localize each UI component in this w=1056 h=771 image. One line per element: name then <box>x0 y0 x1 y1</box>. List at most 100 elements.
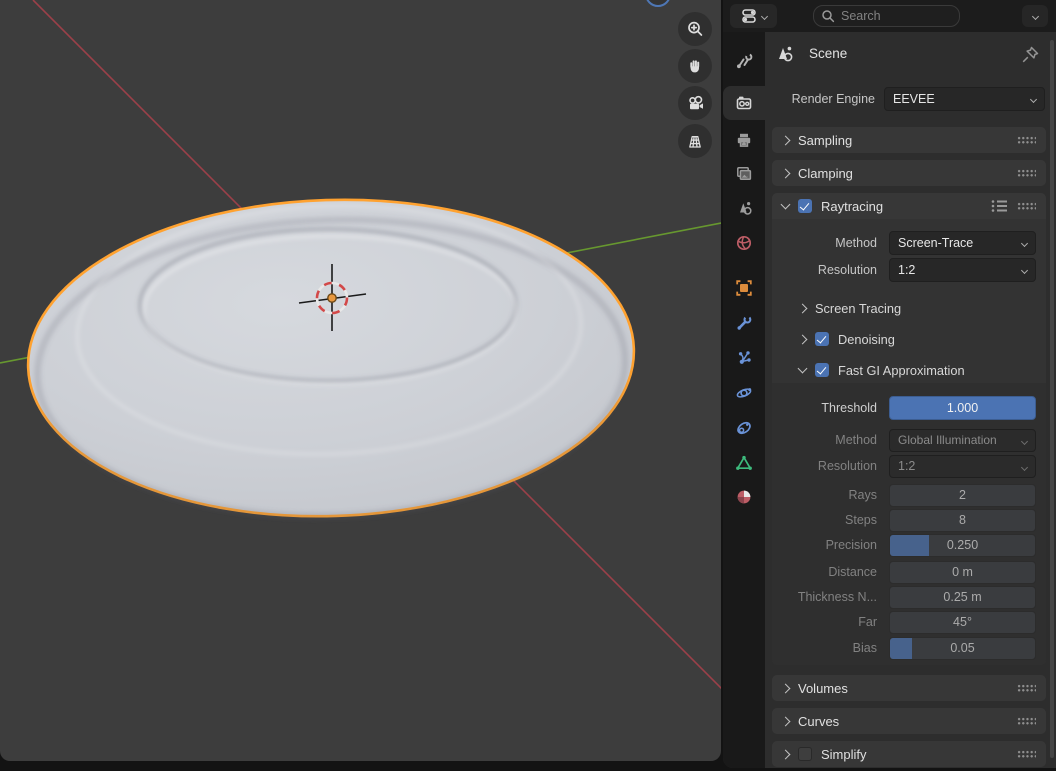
thickness-row: Thickness N... 0.25 m <box>772 585 1046 609</box>
pin-icon[interactable] <box>1018 43 1042 67</box>
tab-output[interactable] <box>723 123 765 157</box>
zoom-in-icon <box>685 19 705 39</box>
gi-resolution-select[interactable]: 1:2 <box>889 455 1036 478</box>
viewport-3d[interactable] <box>0 0 721 761</box>
drag-grip-icon[interactable] <box>1017 750 1036 758</box>
threshold-slider[interactable]: 1.000 <box>889 396 1036 420</box>
tab-constraints[interactable] <box>723 411 765 445</box>
zoom-button[interactable] <box>678 12 712 46</box>
rays-slider[interactable]: 2 <box>889 484 1036 507</box>
breadcrumb-label: Scene <box>809 46 847 61</box>
chevron-down-icon <box>781 200 791 210</box>
plate-object <box>23 191 639 526</box>
far-slider[interactable]: 45° <box>889 611 1036 634</box>
panel-sampling[interactable]: Sampling <box>772 127 1046 153</box>
physics-icon <box>734 383 754 403</box>
panel-title: Volumes <box>798 681 848 696</box>
panel-volumes[interactable]: Volumes <box>772 675 1046 701</box>
camera-icon <box>685 93 706 114</box>
gi-method-select[interactable]: Global Illumination <box>889 429 1036 452</box>
panel-simplify[interactable]: Simplify <box>772 741 1046 767</box>
panel-clamping[interactable]: Clamping <box>772 160 1046 186</box>
chevron-right-icon <box>781 683 791 693</box>
chevron-right-icon <box>781 168 791 178</box>
gi-resolution-row: Resolution 1:2 <box>772 454 1046 478</box>
resolution-select[interactable]: 1:2 <box>889 258 1036 282</box>
chevron-down-icon <box>760 12 767 19</box>
chevron-down-icon <box>1021 267 1028 274</box>
simplify-checkbox[interactable] <box>798 747 812 761</box>
rays-label: Rays <box>772 488 877 502</box>
chevron-down-icon <box>1030 96 1037 103</box>
tab-world[interactable] <box>723 226 765 260</box>
bias-slider[interactable]: 0.05 <box>889 637 1036 660</box>
threshold-label: Threshold <box>772 401 877 415</box>
distance-slider[interactable]: 0 m <box>889 561 1036 584</box>
subpanel-screen-tracing[interactable]: Screen Tracing <box>799 297 901 319</box>
pan-button[interactable] <box>678 49 712 83</box>
render-engine-label: Render Engine <box>765 92 875 106</box>
subpanel-title: Fast GI Approximation <box>838 363 965 378</box>
resolution-value: 1:2 <box>898 263 915 277</box>
rays-row: Rays 2 <box>772 483 1046 507</box>
drag-grip-icon[interactable] <box>1017 717 1036 725</box>
tab-tool[interactable] <box>723 43 765 77</box>
thickness-label: Thickness N... <box>772 590 877 604</box>
render-engine-select[interactable]: EEVEE <box>884 87 1045 111</box>
distance-row: Distance 0 m <box>772 560 1046 584</box>
steps-slider[interactable]: 8 <box>889 509 1036 532</box>
search-box[interactable] <box>813 5 960 27</box>
render-icon <box>734 93 754 113</box>
fast-gi-checkbox[interactable] <box>815 363 829 377</box>
panel-curves[interactable]: Curves <box>772 708 1046 734</box>
editor-type-button[interactable] <box>730 4 777 28</box>
search-icon <box>821 9 835 23</box>
raytracing-checkbox[interactable] <box>798 199 812 213</box>
drag-grip-icon[interactable] <box>1017 202 1036 210</box>
tab-material[interactable] <box>723 480 765 514</box>
drag-grip-icon[interactable] <box>1017 169 1036 177</box>
world-icon <box>734 233 754 253</box>
panel-raytracing[interactable]: Raytracing <box>772 193 1046 219</box>
tab-scene[interactable] <box>723 191 765 225</box>
subpanel-title: Screen Tracing <box>815 301 901 316</box>
gi-method-label: Method <box>772 433 877 447</box>
scrollbar[interactable] <box>1050 40 1054 758</box>
material-icon <box>734 487 754 507</box>
drag-grip-icon[interactable] <box>1017 684 1036 692</box>
thickness-value: 0.25 m <box>943 590 981 604</box>
tab-modifiers[interactable] <box>723 306 765 340</box>
resolution-label: Resolution <box>772 263 877 277</box>
tab-object[interactable] <box>723 271 765 305</box>
precision-slider[interactable]: 0.250 <box>889 534 1036 557</box>
tab-view-layer[interactable] <box>723 157 765 191</box>
wrench-icon <box>734 313 754 333</box>
subpanel-fast-gi[interactable]: Fast GI Approximation <box>799 359 965 381</box>
properties-editor-icon <box>741 8 759 24</box>
tab-physics[interactable] <box>723 376 765 410</box>
chevron-down-icon <box>1021 463 1028 470</box>
tab-particles[interactable] <box>723 341 765 375</box>
bias-row: Bias 0.05 <box>772 636 1046 660</box>
tab-render[interactable] <box>723 86 765 120</box>
method-label: Method <box>772 236 877 250</box>
subpanel-denoising[interactable]: Denoising <box>799 328 895 350</box>
threshold-value: 1.000 <box>947 401 978 415</box>
grid-toggle-button[interactable] <box>678 124 712 158</box>
tab-object-data[interactable] <box>723 446 765 480</box>
rays-value: 2 <box>959 488 966 502</box>
method-select[interactable]: Screen-Trace <box>889 231 1036 255</box>
denoising-checkbox[interactable] <box>815 332 829 346</box>
search-input[interactable] <box>841 9 941 23</box>
thickness-slider[interactable]: 0.25 m <box>889 586 1036 609</box>
render-engine-value: EEVEE <box>893 92 935 106</box>
presets-list-icon[interactable] <box>991 199 1008 213</box>
gi-resolution-value: 1:2 <box>898 459 915 473</box>
drag-grip-icon[interactable] <box>1017 136 1036 144</box>
chevron-down-icon <box>1021 240 1028 247</box>
object-origin <box>328 294 336 302</box>
camera-view-button[interactable] <box>678 86 712 120</box>
gi-method-value: Global Illumination <box>898 433 997 447</box>
filter-dropdown-button[interactable] <box>1022 5 1048 27</box>
resolution-row: Resolution 1:2 <box>772 258 1046 282</box>
